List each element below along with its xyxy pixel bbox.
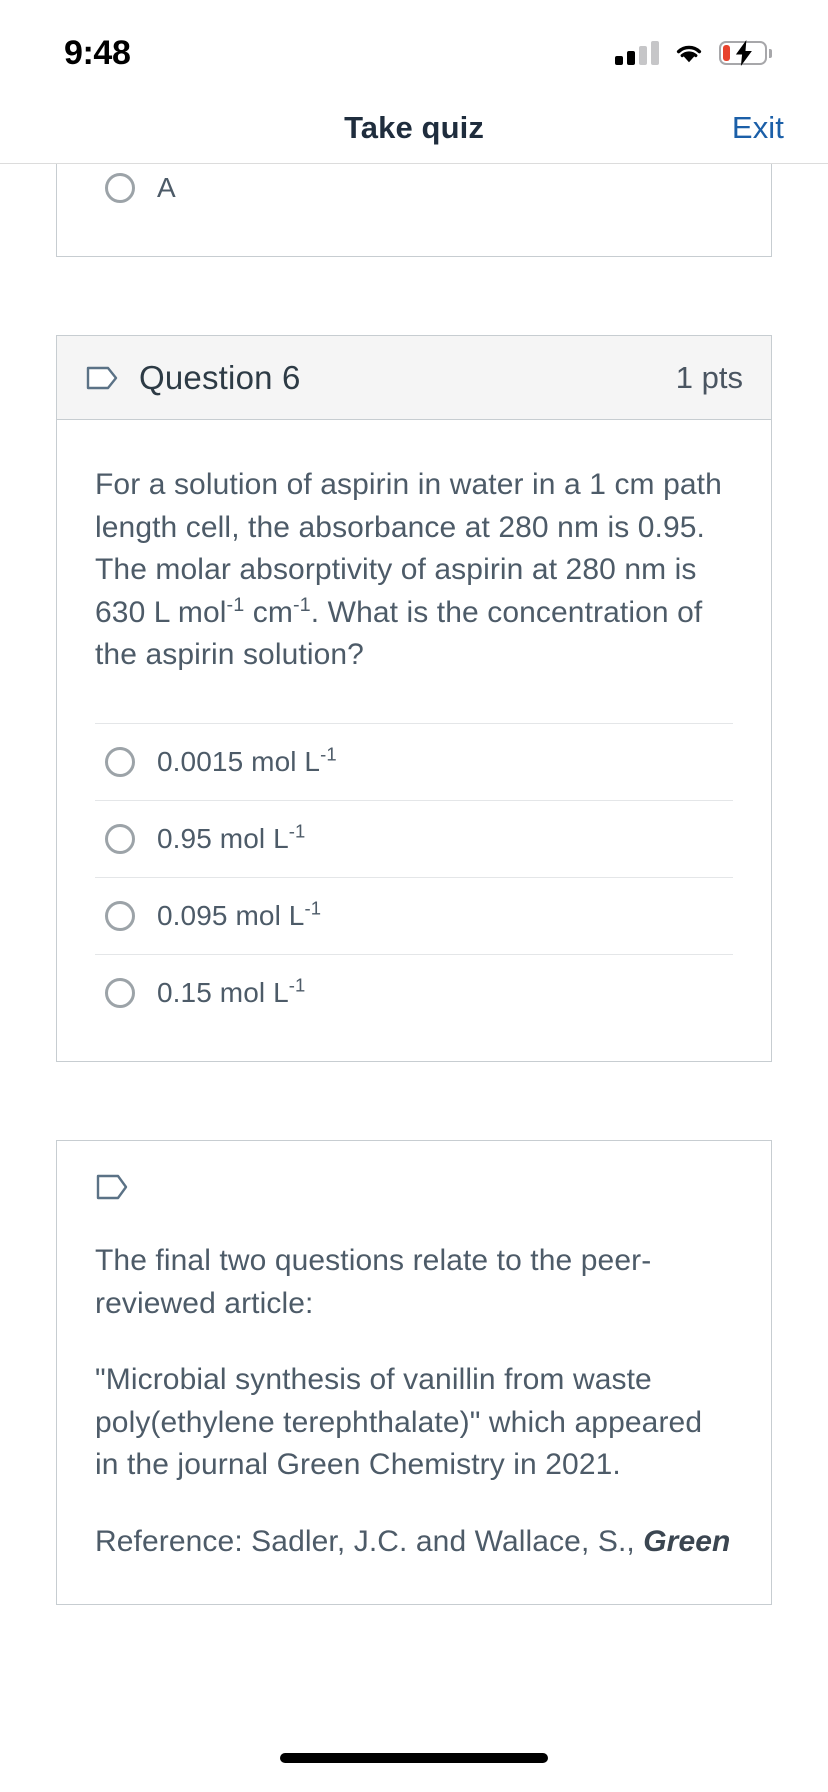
- wifi-icon: [676, 45, 702, 63]
- answer-option-label: 0.095 mol L-1: [157, 897, 322, 932]
- prompt-segment-2: cm: [244, 595, 293, 629]
- question-6-card: Question 6 1 pts For a solution of aspir…: [56, 335, 772, 1062]
- answer-value: 0.95: [157, 822, 212, 854]
- radio-button[interactable]: [105, 977, 135, 1008]
- home-indicator[interactable]: [280, 1753, 548, 1763]
- card-spacer: [56, 1062, 772, 1140]
- status-icons: [615, 40, 772, 66]
- reference-journal-emphasis: Green: [643, 1524, 731, 1558]
- radio-button[interactable]: [105, 900, 135, 931]
- answer-exponent: -1: [288, 820, 306, 842]
- prompt-sup-1: -1: [226, 593, 245, 616]
- quiz-scroll-content[interactable]: A Question 6 1 pts For a solution of asp…: [0, 164, 828, 1792]
- answer-exponent: -1: [288, 974, 306, 996]
- answer-unit: mol L: [219, 822, 289, 854]
- info-paragraph-3: Reference: Sadler, J.C. and Wallace, S.,…: [95, 1521, 733, 1564]
- radio-button[interactable]: [105, 173, 135, 203]
- answer-option-2[interactable]: 0.95 mol L-1: [95, 799, 733, 877]
- radio-button[interactable]: [105, 746, 135, 777]
- answer-value: 0.15: [157, 976, 212, 1008]
- answer-option-1[interactable]: 0.0015 mol L-1: [95, 722, 733, 800]
- exit-button[interactable]: Exit: [732, 110, 784, 146]
- question-flag-icon: [86, 366, 118, 389]
- page-title: Take quiz: [344, 109, 484, 145]
- previous-question-card: A: [56, 164, 772, 257]
- answer-option-3[interactable]: 0.095 mol L-1: [95, 876, 733, 954]
- answer-option-label: 0.95 mol L-1: [157, 820, 306, 855]
- answer-exponent: -1: [320, 743, 337, 765]
- question-title: Question 6: [139, 358, 301, 396]
- question-body: For a solution of aspirin in water in a …: [57, 420, 771, 1061]
- status-bar: 9:48: [0, 0, 828, 92]
- reference-prefix: Reference: Sadler, J.C. and Wallace, S.,: [95, 1524, 644, 1558]
- article-info-card: The final two questions relate to the pe…: [56, 1139, 772, 1605]
- answer-option-label: A: [157, 172, 176, 203]
- answer-option-label: 0.15 mol L-1: [157, 974, 306, 1009]
- answer-option-4[interactable]: 0.15 mol L-1: [95, 953, 733, 1031]
- navigation-bar: Take quiz Exit: [0, 92, 828, 164]
- answer-unit: mol L: [235, 899, 305, 931]
- answer-option-label: 0.0015 mol L-1: [157, 743, 337, 778]
- home-indicator-area: [0, 1724, 828, 1792]
- battery-charging-icon: [719, 40, 772, 66]
- question-header: Question 6 1 pts: [57, 336, 771, 420]
- status-time: 9:48: [64, 33, 131, 72]
- radio-button[interactable]: [105, 823, 135, 854]
- answer-option-a[interactable]: A: [95, 164, 733, 226]
- question-flag-icon: [96, 1174, 128, 1200]
- previous-question-body: A: [57, 164, 771, 256]
- answer-value: 0.0015: [157, 745, 244, 777]
- answer-unit: mol L: [251, 745, 321, 777]
- card-spacer: [56, 257, 772, 335]
- question-points: 1 pts: [675, 359, 743, 395]
- answer-options-list: 0.0015 mol L-1 0.95 mol L-1 0.095 mol L-…: [95, 722, 733, 1031]
- cellular-signal-icon: [615, 41, 659, 65]
- answer-value: 0.095: [157, 899, 228, 931]
- answer-exponent: -1: [304, 897, 322, 919]
- answer-unit: mol L: [219, 976, 289, 1008]
- info-paragraph-1: The final two questions relate to the pe…: [95, 1243, 652, 1320]
- question-prompt: For a solution of aspirin in water in a …: [95, 464, 733, 677]
- info-paragraph-2: "Microbial synthesis of vanillin from wa…: [95, 1363, 703, 1482]
- prompt-sup-2: -1: [292, 593, 311, 616]
